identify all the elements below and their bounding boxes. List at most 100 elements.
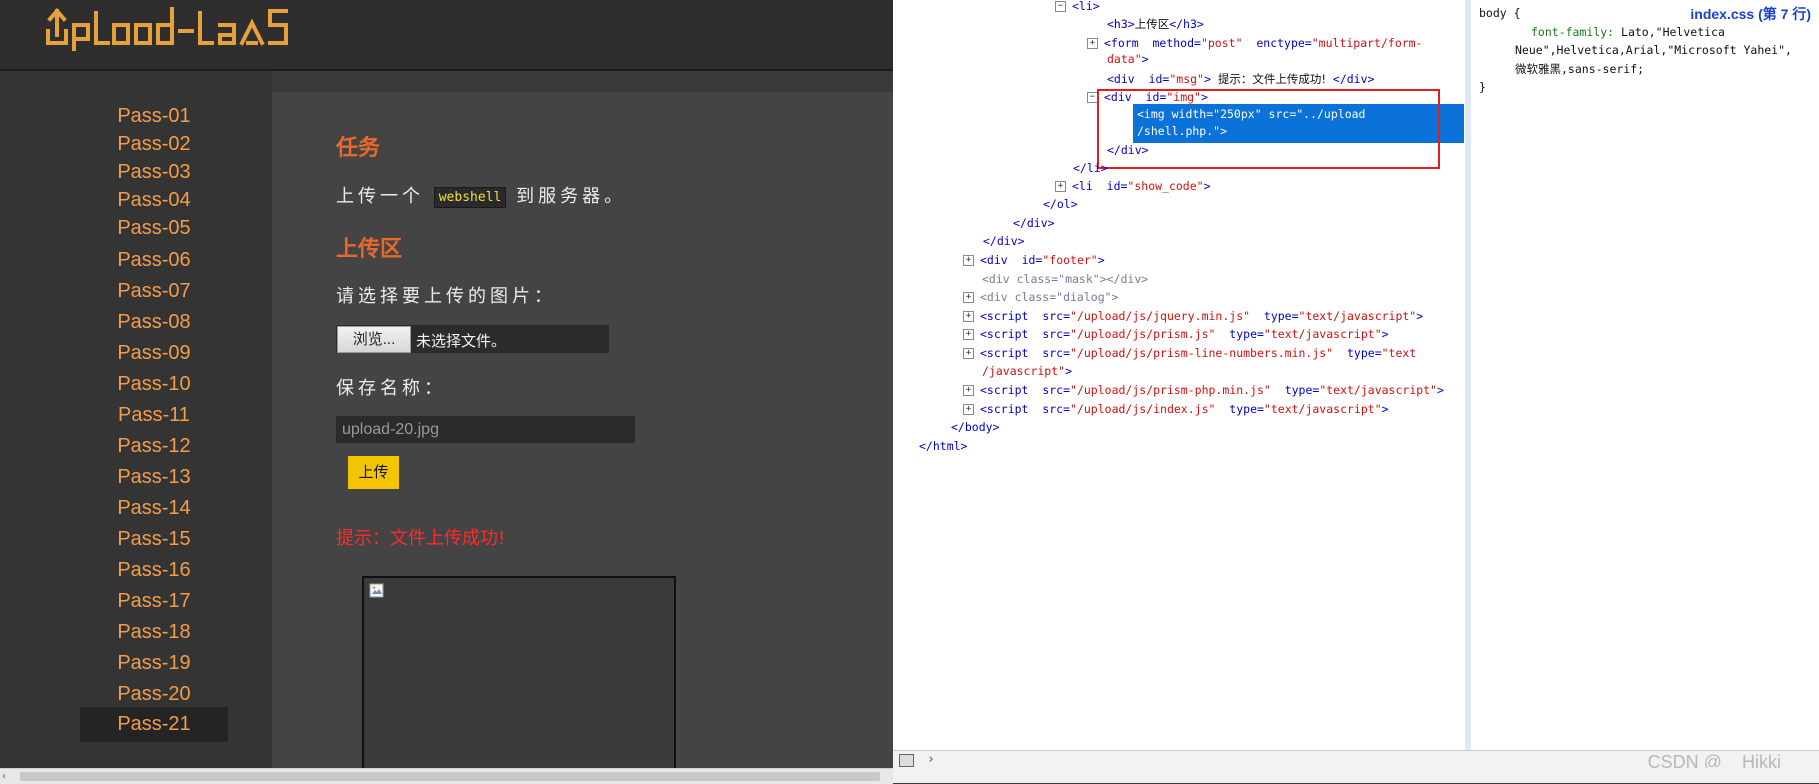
sidebar-item-pass-02[interactable]: Pass-02 [80, 129, 228, 159]
css-value-line-2: Neue",Helvetica,Arial,"Microsoft Yahei", [1515, 43, 1792, 57]
tree-script-prism-php[interactable]: + <script src="/upload/js/prism-php.min.j… [963, 381, 1444, 399]
tree-script-jquery[interactable]: + <script src="/upload/js/jquery.min.js" … [963, 307, 1423, 325]
tree-li-open[interactable]: − <li> [1055, 0, 1100, 15]
tree-tag: <h3> [1107, 17, 1135, 31]
tree-attr-value: "text/javascript" [1263, 327, 1382, 341]
tree-tag: </h3> [1169, 17, 1204, 31]
sidebar: Pass-01 Pass-02 Pass-03 Pass-04 Pass-05 … [0, 71, 272, 768]
horizontal-scrollbar[interactable]: ‹ [0, 768, 893, 784]
upload-success-message: 提示：文件上传成功! [336, 528, 506, 549]
tree-tag: <script [980, 346, 1029, 360]
scrollbar-thumb[interactable] [20, 772, 880, 781]
save-name-input[interactable] [336, 416, 635, 443]
expand-toggle-icon[interactable]: + [963, 329, 974, 340]
sidebar-item-pass-11[interactable]: Pass-11 [80, 400, 228, 430]
css-property-name: font-family: [1531, 25, 1615, 39]
tree-tag: > [1097, 253, 1105, 267]
sidebar-item-pass-12[interactable]: Pass-12 [80, 431, 228, 461]
tree-attr-value: "/upload/js/jquery.min.js" [1070, 309, 1251, 323]
tree-script-index[interactable]: + <script src="/upload/js/index.js" type=… [963, 400, 1389, 418]
sidebar-item-pass-05[interactable]: Pass-05 [80, 213, 228, 243]
tree-li-show-code[interactable]: + <li id="show_code"> [1055, 177, 1211, 195]
sidebar-item-pass-19[interactable]: Pass-19 [80, 648, 228, 678]
sidebar-item-pass-06[interactable]: Pass-06 [80, 245, 228, 275]
sidebar-item-pass-03[interactable]: Pass-03 [80, 157, 228, 187]
tree-tag: <script [980, 327, 1029, 341]
tree-form-cont: data"> [1107, 50, 1149, 68]
tree-tag: > [1203, 179, 1211, 193]
expand-toggle-icon[interactable]: + [1055, 181, 1066, 192]
scroll-left-arrow-icon[interactable]: ‹ [2, 771, 13, 782]
sidebar-item-pass-01[interactable]: Pass-01 [80, 101, 228, 131]
sidebar-item-pass-13[interactable]: Pass-13 [80, 462, 228, 492]
sidebar-item-pass-18[interactable]: Pass-18 [80, 617, 228, 647]
tree-script-prism-line-numbers[interactable]: + <script src="/upload/js/prism-line-numb… [963, 344, 1416, 362]
tree-attr-value: /javascript" [982, 364, 1066, 378]
tree-div-dialog[interactable]: + <div class="dialog"> [963, 288, 1118, 306]
tree-tag: <form [1104, 36, 1139, 50]
tree-body-close: </body> [951, 420, 1000, 434]
save-name-label: 保存名称： [336, 378, 446, 399]
broken-image-icon [369, 583, 384, 598]
sidebar-item-pass-07[interactable]: Pass-07 [80, 276, 228, 306]
tree-attr-name: src= [1042, 383, 1071, 397]
tree-attr-value: "footer" [1042, 253, 1098, 267]
collapse-toggle-icon[interactable]: − [1055, 1, 1066, 12]
tree-script-prism[interactable]: + <script src="/upload/js/prism.js" type=… [963, 325, 1389, 343]
devtools-bottom-strip [893, 768, 1819, 783]
upload-labs-logo[interactable] [44, 1, 294, 51]
expand-toggle-icon[interactable]: + [1087, 38, 1098, 49]
expand-toggle-icon[interactable]: + [963, 311, 974, 322]
tree-attr-name: type= [1229, 327, 1264, 341]
file-input[interactable]: 浏览... 未选择文件。 [336, 325, 609, 353]
css-property[interactable]: font-family: Lato,"Helvetica [1531, 23, 1725, 41]
tree-attr-value: "/upload/js/prism.js" [1070, 327, 1216, 341]
tree-div-mask[interactable]: <div class="mask"></div> [982, 270, 1148, 288]
tree-div-close: </div> [983, 234, 1025, 248]
tree-attr-value: "text/javascript" [1263, 402, 1382, 416]
tree-div-msg[interactable]: <div id="msg"> 提示：文件上传成功! </div> [1107, 70, 1374, 88]
tree-tag: <script [980, 309, 1029, 323]
sidebar-item-pass-17[interactable]: Pass-17 [80, 586, 228, 616]
tree-tag: <script [980, 383, 1029, 397]
sidebar-item-pass-09[interactable]: Pass-09 [80, 338, 228, 368]
sidebar-item-pass-14[interactable]: Pass-14 [80, 493, 228, 523]
expand-toggle-icon[interactable]: + [963, 292, 974, 303]
sidebar-item-pass-04[interactable]: Pass-04 [80, 185, 228, 215]
html-inspector-tree: − <li> <h3>上传区</h3> + <form method="post" … [893, 0, 1465, 750]
sidebar-item-pass-16[interactable]: Pass-16 [80, 555, 228, 585]
expand-toggle-icon[interactable]: + [963, 348, 974, 359]
sidebar-item-pass-20[interactable]: Pass-20 [80, 679, 228, 709]
expand-toggle-icon[interactable]: + [963, 404, 974, 415]
tree-text: 上传区 [1134, 17, 1170, 31]
tree-attr-value: "multipart/form- [1311, 36, 1423, 50]
tree-tag: <div [980, 253, 1008, 267]
css-property-value: Lato,"Helvetica [1621, 25, 1725, 39]
css-source-link[interactable]: index.css (第 7 行) [1471, 4, 1811, 24]
tree-attr-value: "post" [1200, 36, 1243, 50]
sidebar-item-pass-21[interactable]: Pass-21 [80, 707, 228, 742]
tree-attr-name: type= [1347, 346, 1382, 360]
webshell-code: webshell [433, 186, 507, 208]
expand-toggle-icon[interactable]: + [963, 255, 974, 266]
tree-attr-value: "msg" [1169, 72, 1204, 86]
tree-tag: <div class="dialog"> [980, 290, 1119, 304]
tree-attr-value: "text/javascript" [1319, 383, 1438, 397]
upload-button[interactable]: 上传 [348, 456, 399, 489]
sidebar-item-pass-15[interactable]: Pass-15 [80, 524, 228, 554]
tree-tag: <script [980, 402, 1029, 416]
tree-attr-name: id= [1106, 179, 1128, 193]
task-title: 任务 [336, 135, 381, 160]
sidebar-item-pass-10[interactable]: Pass-10 [80, 369, 228, 399]
tree-attr-value: "text/javascript" [1298, 309, 1417, 323]
browse-button[interactable]: 浏览... [337, 326, 411, 353]
console-menu-icon[interactable] [899, 754, 914, 767]
tree-attr-name: type= [1263, 309, 1299, 323]
sidebar-item-pass-08[interactable]: Pass-08 [80, 307, 228, 337]
css-selector: body { [1479, 6, 1521, 20]
tree-h3[interactable]: <h3>上传区</h3> [1107, 15, 1204, 33]
css-styles-pane: index.css (第 7 行) body { font-family: La… [1471, 0, 1819, 750]
expand-toggle-icon[interactable]: + [963, 385, 974, 396]
tree-div-footer[interactable]: + <div id="footer"> [963, 251, 1105, 269]
console-prompt-icon[interactable]: › [927, 751, 935, 769]
